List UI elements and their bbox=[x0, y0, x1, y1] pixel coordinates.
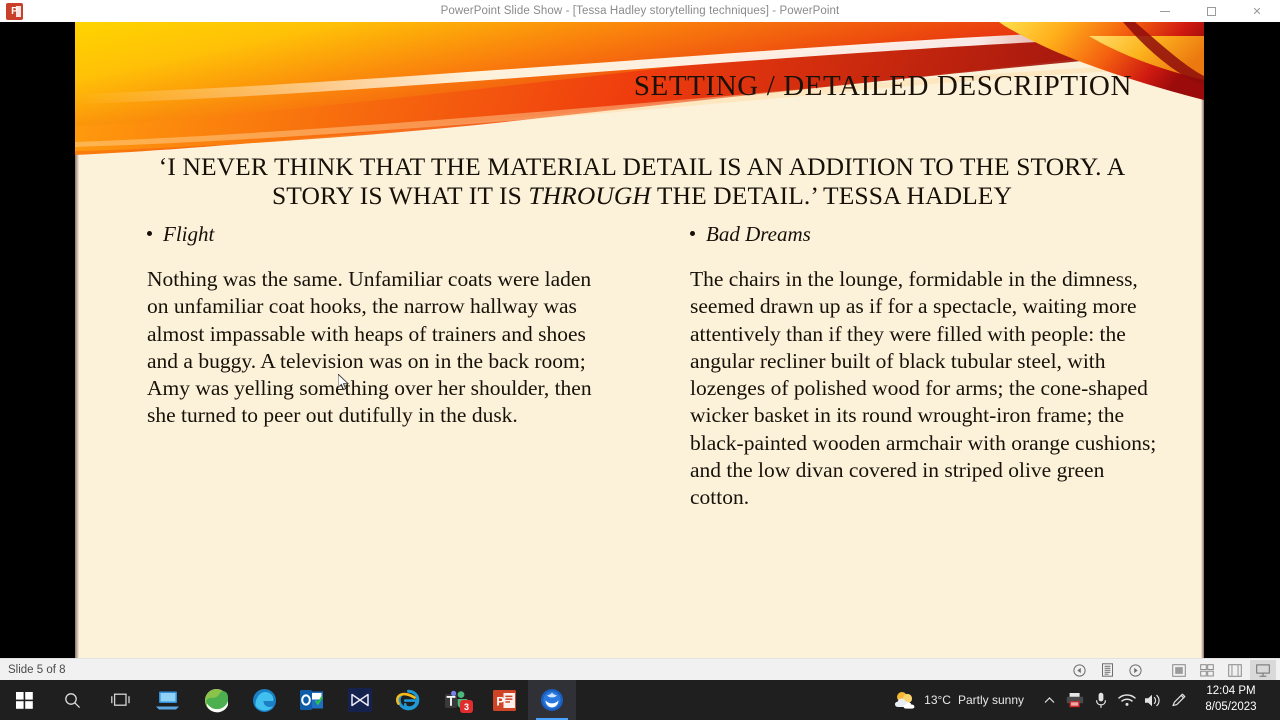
pen-icon bbox=[1172, 693, 1186, 707]
quote-line-2-post: THE DETAIL.’ TESSA HADLEY bbox=[650, 181, 1012, 211]
wifi-icon bbox=[1118, 694, 1136, 706]
quote-line-1: ‘I NEVER THINK THAT THE MATERIAL DETAIL … bbox=[158, 152, 1010, 181]
quote-emphasis: THROUGH bbox=[528, 181, 651, 211]
next-slide-button[interactable] bbox=[1122, 660, 1148, 680]
notes-icon bbox=[1101, 663, 1113, 677]
slide-columns: Flight Nothing was the same. Unfamiliar … bbox=[131, 222, 1164, 512]
remote-desktop-icon bbox=[156, 691, 179, 710]
edge-button[interactable] bbox=[240, 680, 288, 720]
microphone-button[interactable] bbox=[1088, 680, 1114, 720]
outlook-icon bbox=[300, 690, 323, 710]
column-body-text: The chairs in the lounge, formidable in … bbox=[690, 267, 1157, 510]
next-slide-icon bbox=[1128, 663, 1142, 677]
window-title: PowerPoint Slide Show - [Tessa Hadley st… bbox=[440, 5, 840, 17]
teams-notification-badge: 3 bbox=[460, 700, 473, 713]
close-icon: ✕ bbox=[1252, 5, 1262, 18]
normal-view-button[interactable] bbox=[1166, 660, 1192, 680]
previous-slide-icon bbox=[1072, 663, 1086, 677]
volume-icon bbox=[1145, 694, 1160, 706]
chevron-up-icon bbox=[1044, 696, 1054, 703]
slide-show-icon bbox=[1256, 663, 1270, 677]
printer-icon bbox=[1066, 693, 1084, 708]
bullet-icon bbox=[147, 231, 152, 236]
slide-canvas[interactable]: SETTING / DETAILED DESCRIPTION ‘I NEVER … bbox=[75, 22, 1204, 658]
blue-shield-icon bbox=[541, 689, 563, 711]
search-icon bbox=[64, 692, 80, 708]
bullet-icon bbox=[690, 231, 695, 236]
previous-slide-button[interactable] bbox=[1066, 660, 1092, 680]
column-bad-dreams: Bad Dreams The chairs in the lounge, for… bbox=[674, 222, 1164, 512]
slide-title: SETTING / DETAILED DESCRIPTION bbox=[633, 70, 1132, 102]
microphone-icon bbox=[1096, 692, 1106, 708]
clock-time: 12:04 PM bbox=[1206, 685, 1256, 698]
search-button[interactable] bbox=[48, 680, 96, 720]
active-app-button[interactable] bbox=[528, 680, 576, 720]
banner-right-dark-edge bbox=[1123, 22, 1204, 86]
windows-logo-icon bbox=[15, 691, 33, 709]
system-tray: 13°C Partly sunny 12:04 PM 8/05/2023 bbox=[893, 680, 1280, 720]
notification-center-button[interactable] bbox=[1272, 680, 1280, 720]
slide-sorter-icon bbox=[1200, 663, 1214, 676]
task-view-button[interactable] bbox=[96, 680, 144, 720]
internet-explorer-icon bbox=[395, 689, 419, 711]
weather-temperature: 13°C bbox=[924, 693, 951, 707]
column-heading-label: Flight bbox=[163, 222, 215, 246]
minimize-button[interactable] bbox=[1142, 0, 1188, 22]
reading-view-button[interactable] bbox=[1222, 660, 1248, 680]
powerpoint-button[interactable]: P bbox=[480, 680, 528, 720]
slide-left-edge bbox=[75, 22, 79, 658]
remote-desktop-button[interactable] bbox=[144, 680, 192, 720]
start-button[interactable] bbox=[0, 680, 48, 720]
clock[interactable]: 12:04 PM 8/05/2023 bbox=[1192, 680, 1270, 720]
maximize-icon bbox=[1206, 6, 1216, 16]
normal-view-icon bbox=[1172, 663, 1186, 677]
internet-explorer-button[interactable] bbox=[384, 680, 432, 720]
weather-widget[interactable]: 13°C Partly sunny bbox=[893, 689, 1024, 711]
pen-button[interactable] bbox=[1166, 680, 1192, 720]
slide-show-stage[interactable]: SETTING / DETAILED DESCRIPTION ‘I NEVER … bbox=[0, 22, 1280, 658]
powerpoint-icon: P bbox=[492, 689, 516, 711]
window-title-bar: P PowerPoint Slide Show - [Tessa Hadley … bbox=[0, 0, 1280, 22]
svg-text:P: P bbox=[496, 694, 504, 708]
slide-sorter-view-button[interactable] bbox=[1194, 660, 1220, 680]
teams-button[interactable]: 3 bbox=[432, 680, 480, 720]
powerpoint-status-bar: Slide 5 of 8 bbox=[0, 658, 1280, 680]
wifi-button[interactable] bbox=[1114, 680, 1140, 720]
outlook-button[interactable] bbox=[288, 680, 336, 720]
mail-bowtie-icon bbox=[348, 688, 372, 712]
green-globe-icon bbox=[204, 688, 228, 712]
maximize-button[interactable] bbox=[1188, 0, 1234, 22]
weather-condition: Partly sunny bbox=[957, 693, 1024, 707]
task-view-icon bbox=[110, 693, 130, 706]
mail-button[interactable] bbox=[336, 680, 384, 720]
windows-taskbar: 3 P 13°C Partly sunny 12:04 PM 8/05/2023 bbox=[0, 680, 1280, 720]
column-flight: Flight Nothing was the same. Unfamiliar … bbox=[131, 222, 612, 512]
reading-view-icon bbox=[1228, 663, 1242, 677]
partly-sunny-icon bbox=[895, 692, 915, 709]
minimize-icon bbox=[1160, 10, 1170, 12]
column-heading: Flight bbox=[131, 222, 612, 247]
app-green-globe-button[interactable] bbox=[192, 680, 240, 720]
column-heading-label: Bad Dreams bbox=[706, 222, 811, 246]
column-body-text: Nothing was the same. Unfamiliar coats w… bbox=[147, 267, 592, 428]
show-hidden-icons-button[interactable] bbox=[1036, 680, 1062, 720]
close-button[interactable]: ✕ bbox=[1234, 0, 1280, 22]
slide-indicator: Slide 5 of 8 bbox=[8, 663, 66, 676]
status-bar-controls bbox=[1066, 659, 1276, 681]
edge-icon bbox=[252, 688, 276, 712]
slide-right-edge bbox=[1201, 22, 1204, 658]
slide-quote: ‘I NEVER THINK THAT THE MATERIAL DETAIL … bbox=[135, 152, 1149, 211]
slide-show-view-button[interactable] bbox=[1250, 660, 1276, 680]
column-heading: Bad Dreams bbox=[674, 222, 1164, 247]
notes-button[interactable] bbox=[1094, 660, 1120, 680]
clock-date: 8/05/2023 bbox=[1205, 701, 1257, 713]
screen: P PowerPoint Slide Show - [Tessa Hadley … bbox=[0, 0, 1280, 720]
volume-button[interactable] bbox=[1140, 680, 1166, 720]
printer-tray-button[interactable] bbox=[1062, 680, 1088, 720]
